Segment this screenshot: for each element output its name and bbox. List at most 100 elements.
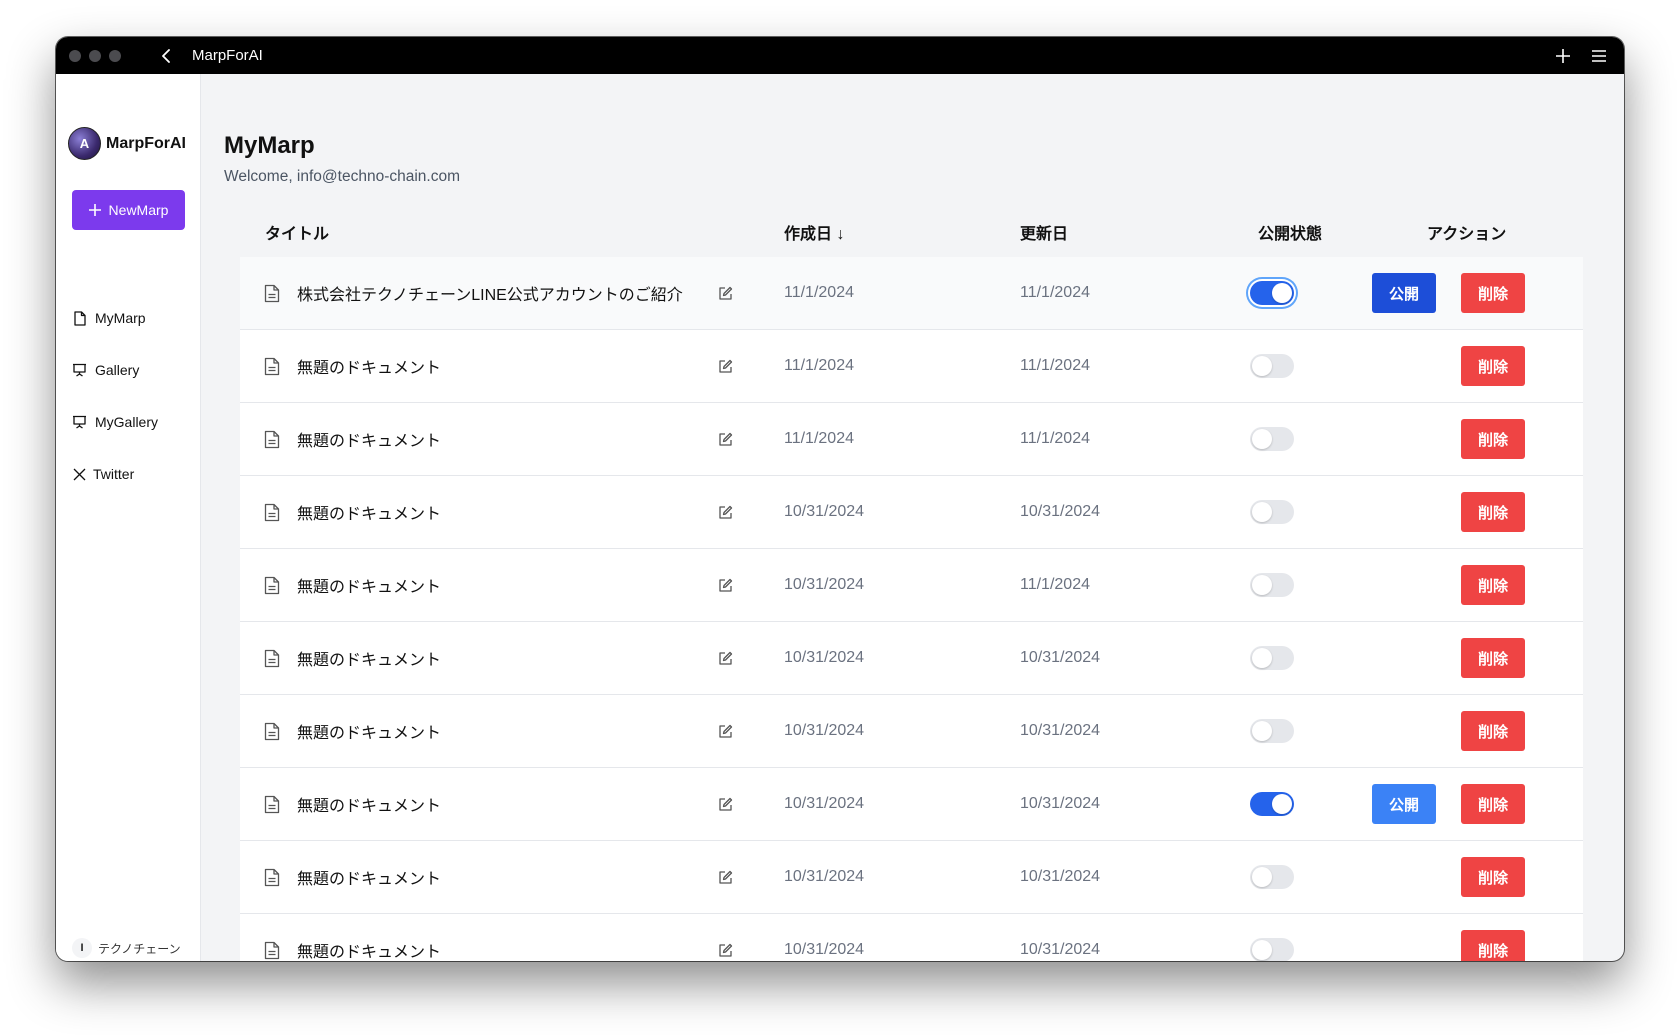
created-date: 10/31/2024 <box>784 649 865 666</box>
table-row[interactable]: 無題のドキュメント 11/1/2024 11/1/2024 削除 <box>240 330 1583 403</box>
document-title[interactable]: 無題のドキュメント <box>297 403 441 475</box>
document-title[interactable]: 無題のドキュメント <box>297 549 441 621</box>
toggle-knob <box>1252 356 1272 376</box>
delete-button[interactable]: 削除 <box>1461 711 1525 751</box>
document-icon <box>264 549 286 621</box>
table-row[interactable]: 無題のドキュメント 10/31/2024 10/31/2024 公開 削除 <box>240 768 1583 841</box>
edit-icon[interactable] <box>715 841 735 913</box>
new-marp-button[interactable]: NewMarp <box>72 190 185 230</box>
document-title[interactable]: 無題のドキュメント <box>297 841 441 913</box>
toggle-knob <box>1252 721 1272 741</box>
updated-date: 11/1/2024 <box>1020 430 1090 447</box>
document-icon <box>264 257 286 329</box>
edit-icon[interactable] <box>715 622 735 694</box>
created-date: 10/31/2024 <box>784 941 865 958</box>
publish-toggle[interactable] <box>1250 281 1294 305</box>
user-name: テクノチェーン <box>98 941 181 956</box>
delete-button[interactable]: 削除 <box>1461 857 1525 897</box>
column-title-header: タイトル <box>265 226 330 243</box>
document-icon <box>72 310 87 326</box>
updated-date: 10/31/2024 <box>1020 868 1101 885</box>
delete-button[interactable]: 削除 <box>1461 419 1525 459</box>
updated-date: 11/1/2024 <box>1020 357 1090 374</box>
edit-icon[interactable] <box>715 257 735 329</box>
main-content: MyMarp Welcome, info@techno-chain.com タイ… <box>201 74 1624 961</box>
document-title[interactable]: 無題のドキュメント <box>297 476 441 548</box>
publish-toggle[interactable] <box>1250 427 1294 451</box>
toggle-knob <box>1252 575 1272 595</box>
table-row[interactable]: 無題のドキュメント 10/31/2024 10/31/2024 削除 <box>240 841 1583 914</box>
documents-table: タイトル 作成日 ↓ 更新日 公開状態 アクション 株式会社テクノチェーンLIN… <box>240 207 1583 961</box>
delete-button[interactable]: 削除 <box>1461 784 1525 824</box>
delete-button[interactable]: 削除 <box>1461 638 1525 678</box>
table-body: 株式会社テクノチェーンLINE公式アカウントのご紹介 11/1/2024 11/1/… <box>240 257 1583 961</box>
table-row[interactable]: 無題のドキュメント 11/1/2024 11/1/2024 削除 <box>240 403 1583 476</box>
table-row[interactable]: 無題のドキュメント 10/31/2024 10/31/2024 削除 <box>240 695 1583 768</box>
delete-button[interactable]: 削除 <box>1461 930 1525 961</box>
menu-icon[interactable] <box>1590 47 1608 65</box>
publish-toggle[interactable] <box>1250 719 1294 743</box>
table-row[interactable]: 株式会社テクノチェーンLINE公式アカウントのご紹介 11/1/2024 11/1/… <box>240 257 1583 330</box>
plus-icon <box>88 204 101 216</box>
toggle-knob <box>1252 429 1272 449</box>
sidebar-item-gallery[interactable]: Gallery <box>72 362 139 378</box>
publish-toggle[interactable] <box>1250 573 1294 597</box>
sidebar: A MarpForAI NewMarp MyMarp Gallery MyGal… <box>56 74 201 961</box>
table-row[interactable]: 無題のドキュメント 10/31/2024 10/31/2024 削除 <box>240 914 1583 961</box>
document-title[interactable]: 無題のドキュメント <box>297 768 441 840</box>
maximize-window-button[interactable] <box>109 49 121 62</box>
close-window-button[interactable] <box>69 49 81 62</box>
updated-date: 10/31/2024 <box>1020 722 1101 739</box>
publish-toggle[interactable] <box>1250 354 1294 378</box>
publish-button[interactable]: 公開 <box>1372 273 1436 313</box>
updated-date: 11/1/2024 <box>1020 576 1090 593</box>
edit-icon[interactable] <box>715 549 735 621</box>
publish-toggle[interactable] <box>1250 646 1294 670</box>
edit-icon[interactable] <box>715 914 735 961</box>
publish-toggle[interactable] <box>1250 792 1294 816</box>
document-title[interactable]: 無題のドキュメント <box>297 914 441 961</box>
delete-button[interactable]: 削除 <box>1461 346 1525 386</box>
sidebar-item-twitter[interactable]: Twitter <box>72 466 134 482</box>
delete-button[interactable]: 削除 <box>1461 492 1525 532</box>
column-updated-header[interactable]: 更新日 <box>1020 207 1068 257</box>
back-icon[interactable] <box>158 47 176 65</box>
edit-icon[interactable] <box>715 768 735 840</box>
column-created-header[interactable]: 作成日 ↓ <box>784 207 844 257</box>
sidebar-item-label: Gallery <box>95 362 140 378</box>
table-row[interactable]: 無題のドキュメント 10/31/2024 10/31/2024 削除 <box>240 622 1583 695</box>
document-title[interactable]: 株式会社テクノチェーンLINE公式アカウントのご紹介 <box>297 257 683 329</box>
toggle-knob <box>1272 283 1292 303</box>
document-title[interactable]: 無題のドキュメント <box>297 330 441 402</box>
publish-toggle[interactable] <box>1250 500 1294 524</box>
document-title[interactable]: 無題のドキュメント <box>297 622 441 694</box>
created-date: 10/31/2024 <box>784 576 865 593</box>
window-controls <box>69 49 121 62</box>
sidebar-item-label: MyGallery <box>95 414 159 430</box>
updated-date: 11/1/2024 <box>1020 284 1090 301</box>
sidebar-item-mygallery[interactable]: MyGallery <box>72 414 158 430</box>
created-date: 11/1/2024 <box>784 357 854 374</box>
brand[interactable]: A MarpForAI <box>68 127 186 160</box>
plus-icon[interactable] <box>1554 47 1572 65</box>
edit-icon[interactable] <box>715 476 735 548</box>
page-title: MyMarp <box>224 132 315 159</box>
edit-icon[interactable] <box>715 695 735 767</box>
document-title[interactable]: 無題のドキュメント <box>297 695 441 767</box>
publish-toggle[interactable] <box>1250 938 1294 961</box>
new-marp-label: NewMarp <box>108 202 169 218</box>
table-row[interactable]: 無題のドキュメント 10/31/2024 10/31/2024 削除 <box>240 476 1583 549</box>
table-row[interactable]: 無題のドキュメント 10/31/2024 11/1/2024 削除 <box>240 549 1583 622</box>
sidebar-item-mymarp[interactable]: MyMarp <box>72 310 146 326</box>
publish-toggle[interactable] <box>1250 865 1294 889</box>
brand-logo-icon: A <box>68 127 101 160</box>
delete-button[interactable]: 削除 <box>1461 273 1525 313</box>
edit-icon[interactable] <box>715 330 735 402</box>
minimize-window-button[interactable] <box>89 49 101 62</box>
publish-button[interactable]: 公開 <box>1372 784 1436 824</box>
updated-date: 10/31/2024 <box>1020 649 1101 666</box>
user-menu[interactable]: I テクノチェーン <box>72 938 181 958</box>
delete-button[interactable]: 削除 <box>1461 565 1525 605</box>
edit-icon[interactable] <box>715 403 735 475</box>
document-icon <box>264 330 286 402</box>
